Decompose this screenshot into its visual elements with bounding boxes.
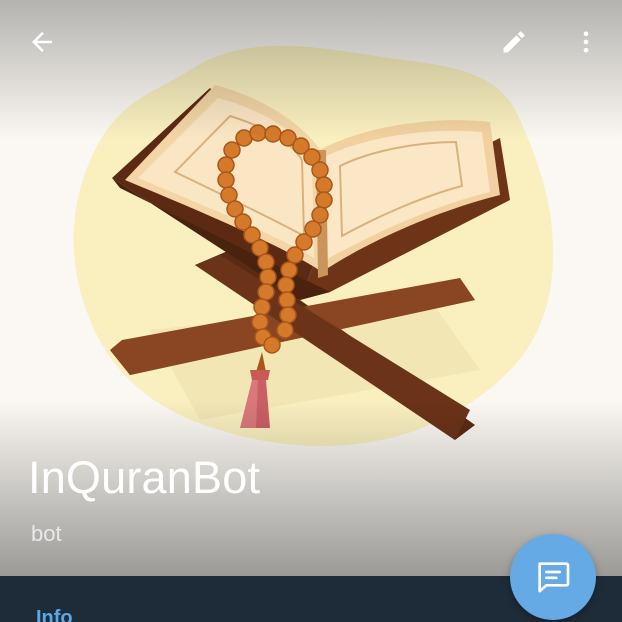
- edit-button[interactable]: [490, 18, 538, 66]
- info-section-header: Info: [36, 607, 73, 622]
- message-icon: [538, 562, 570, 593]
- more-vertical-icon: [583, 31, 589, 53]
- arrow-left-icon: [32, 32, 52, 52]
- more-options-button[interactable]: [562, 18, 610, 66]
- profile-screen: InQuranBot bot Info: [0, 0, 622, 622]
- profile-name: InQuranBot: [28, 452, 261, 503]
- send-message-button[interactable]: [510, 534, 596, 620]
- back-button[interactable]: [18, 18, 66, 66]
- profile-status: bot: [31, 521, 62, 546]
- pencil-icon: [503, 31, 525, 53]
